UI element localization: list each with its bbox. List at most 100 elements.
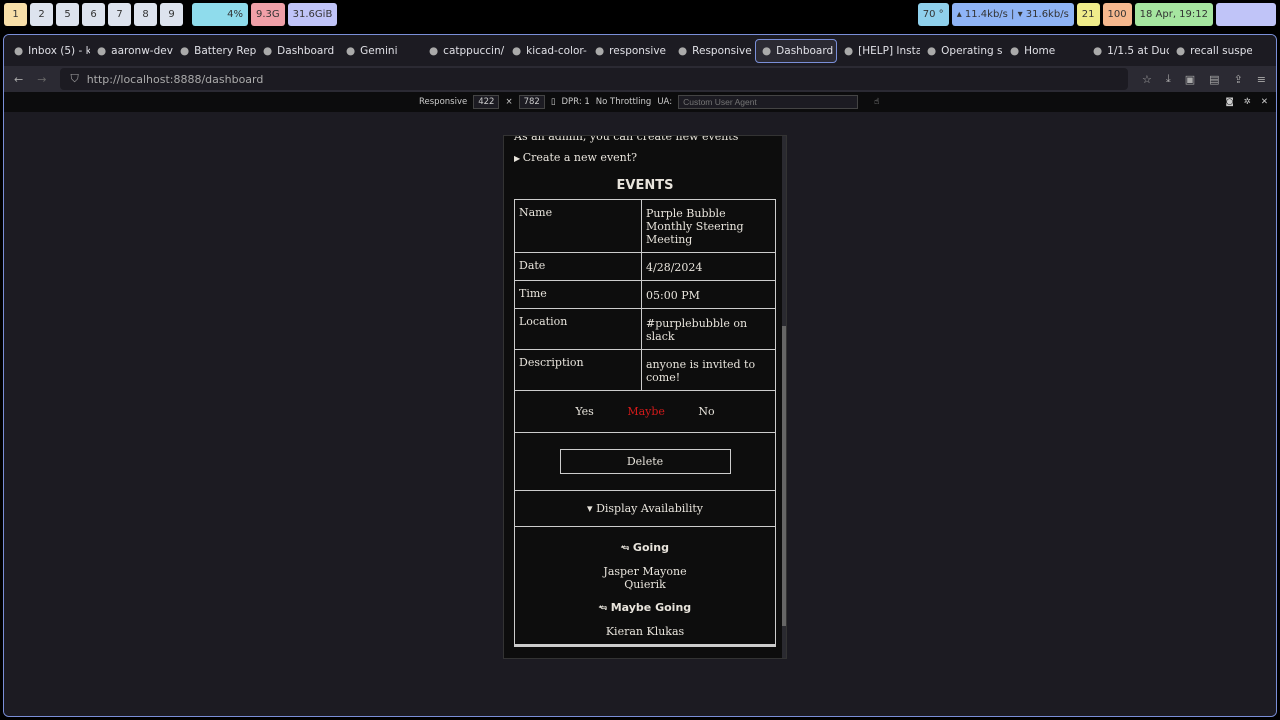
settings-icon[interactable]: ✲ (1244, 97, 1251, 107)
tab-title: kicad-color- (526, 44, 587, 57)
maybe-going-heading: Maybe Going (610, 601, 692, 614)
create-event-summary[interactable]: ▶ Create a new event? (514, 151, 786, 164)
responsive-design-toolbar: Responsive 422 × 782 ▯ DPR: 1 No Throttli… (4, 92, 1276, 112)
workspace-1[interactable]: 1 (4, 3, 27, 26)
disclosure-triangle-icon: ▶ (514, 154, 523, 163)
tab-title: [HELP] Insta (858, 44, 920, 57)
viewport-height-input[interactable]: 782 (518, 95, 545, 109)
favicon-icon: ● (346, 44, 356, 57)
event-field-value: anyone is invited to come! (641, 349, 776, 391)
menu-icon[interactable]: ≡ (1257, 73, 1266, 86)
browser-tab[interactable]: ● Dashboard (257, 39, 339, 63)
browser-tab[interactable]: ● aaronw-dev (91, 39, 173, 63)
throttling-select[interactable]: No Throttling (596, 97, 652, 107)
tab-title: Responsive (692, 44, 752, 57)
rdm-stage: As an admin, you can create new events ▶… (4, 113, 1276, 716)
touch-simulation-icon[interactable]: ☝ (874, 97, 879, 107)
event-row: Date 4/28/2024 (514, 252, 776, 281)
bookmark-star-icon[interactable]: ☆ (1142, 73, 1152, 86)
availability-label: Display Availability (596, 502, 703, 515)
user-agent-input[interactable] (678, 95, 859, 109)
tab-title: 1/1.5 at Duc (1107, 44, 1169, 57)
clock: 18 Apr, 19:12 (1134, 3, 1213, 26)
event-field-label: Name (514, 199, 642, 253)
event-field-label: Location (514, 308, 642, 350)
browser-tab[interactable]: ● Operating s (921, 39, 1003, 63)
dpr-select[interactable]: DPR: 1 (562, 97, 590, 107)
rsvp-maybe[interactable]: Maybe (627, 405, 665, 418)
viewport-scrollbar[interactable] (782, 136, 786, 658)
updates-indicator: 21 (1076, 3, 1100, 26)
favicon-icon: ● (762, 44, 772, 57)
favicon-icon: ● (512, 44, 522, 57)
downloads-icon[interactable]: ⤓ (1166, 72, 1171, 86)
browser-tab[interactable]: ● Dashboard (755, 38, 837, 63)
battery-indicator: 4% (192, 3, 248, 26)
create-event-label: Create a new event? (522, 151, 638, 164)
workspace-6[interactable]: 6 (82, 3, 105, 26)
back-icon[interactable]: ← (14, 73, 23, 86)
event-table: Name Purple Bubble Monthly Steering Meeti… (514, 199, 776, 647)
browser-tab[interactable]: ● Battery Rep (174, 39, 256, 63)
rsvp-no[interactable]: No (698, 405, 714, 418)
event-row: Description anyone is invited to come! (514, 349, 776, 391)
delete-button[interactable]: Delete (559, 449, 731, 474)
volume-indicator[interactable]: 100 (1102, 3, 1132, 26)
forward-icon[interactable]: → (37, 73, 46, 86)
tab-title: aaronw-dev (111, 44, 173, 57)
tray-icons[interactable] (1216, 3, 1276, 26)
workspace-7[interactable]: 7 (108, 3, 131, 26)
event-field-label: Time (514, 280, 642, 309)
event-field-label: Date (514, 252, 642, 281)
browser-tab[interactable]: ● responsive (589, 39, 671, 63)
favicon-icon: ● (1176, 44, 1186, 57)
favicon-icon: ● (180, 44, 190, 57)
workspace-5[interactable]: 5 (56, 3, 79, 26)
close-rdm-icon[interactable]: ✕ (1261, 97, 1268, 107)
rotate-icon[interactable]: ▯ (551, 97, 556, 107)
browser-tab[interactable]: ● Inbox (5) - k (8, 39, 90, 63)
tab-title: Battery Rep (194, 44, 256, 57)
browser-tab[interactable]: ● Home (1004, 39, 1086, 63)
going-heading: Going (632, 541, 669, 554)
extension-icon[interactable]: ▣ (1185, 73, 1195, 86)
favicon-icon: ● (263, 44, 273, 57)
navigation-bar: ← → ⛉ http://localhost:8888/dashboard ☆ ⤓… (4, 66, 1276, 92)
browser-tab[interactable]: ● catppuccin/ (423, 39, 505, 63)
display-availability-toggle[interactable]: ▾ Display Availability (514, 490, 776, 527)
browser-tab[interactable]: ● [HELP] Insta (838, 39, 920, 63)
viewport-width-input[interactable]: 422 (473, 95, 500, 109)
availability-panel: 🖘 Going Jasper Mayone Quierik 🖘 Maybe Go… (514, 526, 776, 647)
tab-title: catppuccin/ (443, 44, 505, 57)
clipboard-icon[interactable]: ▤ (1209, 73, 1219, 86)
rsvp-yes[interactable]: Yes (575, 405, 593, 418)
tab-title: Gemini (360, 44, 398, 57)
browser-tab[interactable]: ● Gemini (340, 39, 422, 63)
workspace-2[interactable]: 2 (30, 3, 53, 26)
workspace-8[interactable]: 8 (134, 3, 157, 26)
weather-indicator: 70 ° (917, 3, 949, 26)
admin-note: As an admin, you can create new events (514, 135, 739, 143)
share-icon[interactable]: ⇪ (1234, 73, 1243, 86)
tab-title: Operating s (941, 44, 1003, 57)
screenshot-icon[interactable]: ◙ (1226, 97, 1234, 107)
workspace-9[interactable]: 9 (160, 3, 183, 26)
tab-title: Dashboard (776, 44, 834, 57)
browser-tab[interactable]: ● kicad-color- (506, 39, 588, 63)
browser-tab[interactable]: ● 1/1.5 at Duc (1087, 39, 1169, 63)
browser-tab[interactable]: ● recall suspe (1170, 39, 1252, 63)
viewport: As an admin, you can create new events ▶… (503, 135, 787, 659)
event-field-label: Description (514, 349, 642, 391)
disk-indicator: 31.6GiB (287, 3, 338, 26)
ua-label: UA: (657, 97, 673, 107)
url-bar[interactable]: ⛉ http://localhost:8888/dashboard (60, 68, 1128, 90)
tab-title: recall suspe (1190, 44, 1252, 57)
pointing-hand-icon: 🖘 (598, 601, 611, 614)
going-person: Jasper Mayone (603, 565, 687, 578)
event-row: Time 05:00 PM (514, 280, 776, 309)
browser-tab[interactable]: ● Responsive (672, 39, 754, 63)
events-heading: EVENTS (616, 178, 674, 193)
device-preset-select[interactable]: Responsive (419, 97, 467, 107)
favicon-icon: ● (927, 44, 937, 57)
event-row: Location #purplebubble on slack (514, 308, 776, 350)
